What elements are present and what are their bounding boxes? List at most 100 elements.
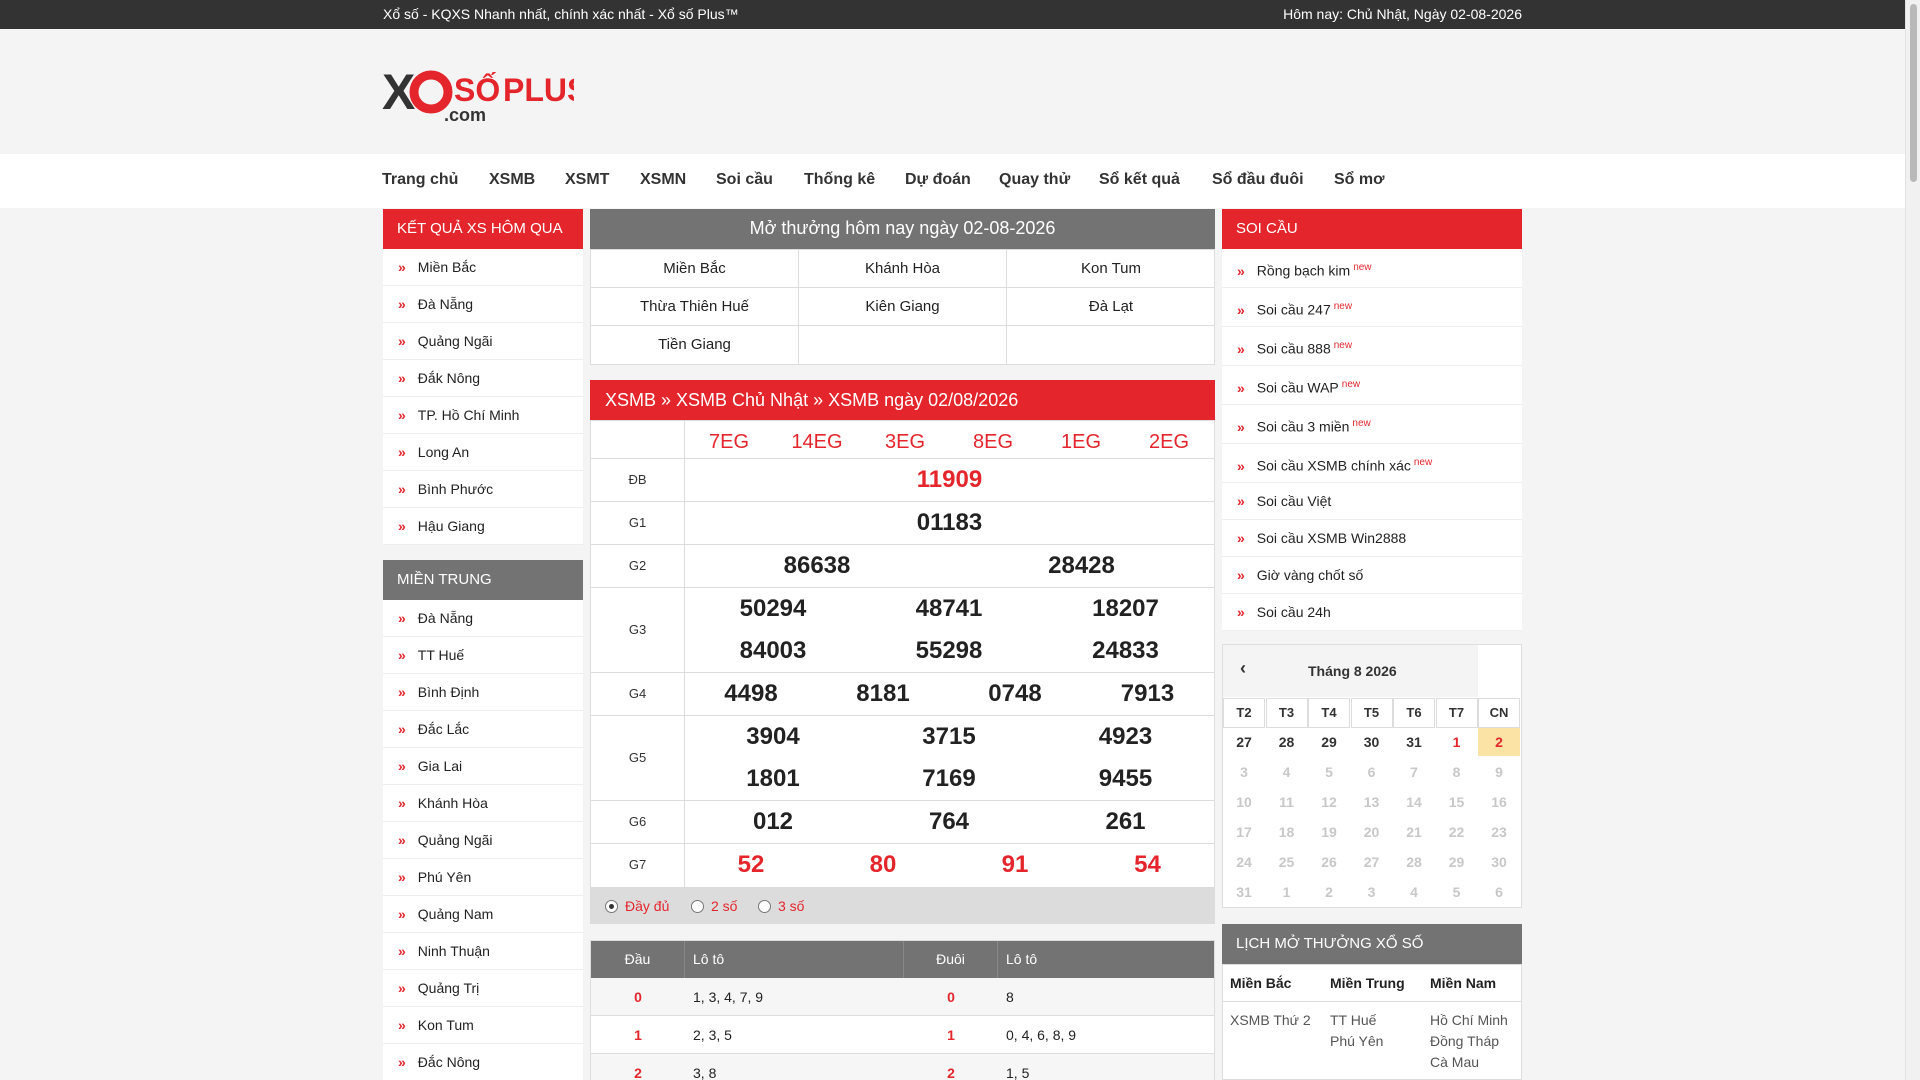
nav-thong-ke[interactable]: Thống kê (804, 171, 875, 189)
nav-xsmt[interactable]: XSMT (565, 171, 609, 189)
calendar-day[interactable]: 13 (1351, 794, 1393, 810)
calendar-day[interactable]: 27 (1223, 734, 1265, 750)
central-item[interactable]: » Ninh Thuận (383, 933, 583, 970)
calendar-day[interactable]: 15 (1436, 794, 1478, 810)
soicau-item[interactable]: » Soi cầu 24h (1222, 594, 1522, 631)
nav-xsmn[interactable]: XSMN (640, 171, 686, 189)
calendar-day[interactable]: 18 (1266, 824, 1308, 840)
central-item[interactable]: » Quảng Nam (383, 896, 583, 933)
nav-du-doan[interactable]: Dự đoán (905, 171, 971, 189)
central-item[interactable]: » TT Huế (383, 637, 583, 674)
yesterday-item[interactable]: » Đắk Nông (383, 360, 583, 397)
calendar-day[interactable]: 22 (1436, 824, 1478, 840)
calendar-day[interactable]: 1 (1436, 734, 1478, 750)
soicau-item[interactable]: » Soi cầu Việt (1222, 483, 1522, 520)
calendar-day[interactable]: 20 (1351, 824, 1393, 840)
calendar-day[interactable]: 3 (1351, 884, 1393, 900)
soicau-item[interactable]: » Soi cầu XSMB chính xác new (1222, 444, 1522, 483)
province-link[interactable]: Đà Lạt (1007, 288, 1215, 326)
page-scrollbar[interactable] (1905, 0, 1920, 1080)
calendar-day[interactable]: 10 (1223, 794, 1265, 810)
calendar-day[interactable]: 29 (1308, 734, 1350, 750)
site-logo[interactable]: X SỐ PLUS .com (382, 61, 588, 125)
soicau-item[interactable]: » Soi cầu 888 new (1222, 327, 1522, 366)
central-item[interactable]: » Đắc Lắc (383, 711, 583, 748)
province-link[interactable]: Miền Bắc (591, 250, 799, 288)
soicau-item[interactable]: » Soi cầu 3 miền new (1222, 405, 1522, 444)
province-link[interactable]: Tiền Giang (591, 326, 799, 364)
province-link[interactable]: Khánh Hòa (799, 250, 1007, 288)
soicau-item[interactable]: » Soi cầu 247 new (1222, 288, 1522, 327)
calendar-day[interactable]: 6 (1351, 764, 1393, 780)
schedule-link[interactable]: Đồng Tháp (1430, 1033, 1499, 1049)
calendar-day[interactable]: 29 (1436, 854, 1478, 870)
calendar-day[interactable]: 28 (1393, 854, 1435, 870)
calendar-day[interactable]: 16 (1478, 794, 1520, 810)
calendar-day[interactable]: 24 (1223, 854, 1265, 870)
soicau-item[interactable]: » Rồng bạch kim new (1222, 249, 1522, 288)
yesterday-item[interactable]: » Đà Nẵng (383, 286, 583, 323)
calendar-day[interactable]: 5 (1436, 884, 1478, 900)
calendar-day[interactable]: 30 (1478, 854, 1520, 870)
calendar-day[interactable]: 26 (1308, 854, 1350, 870)
chevron-left-icon[interactable]: ‹ (1240, 658, 1246, 679)
xsmb-breadcrumb[interactable]: XSMB » XSMB Chủ Nhật » XSMB ngày 02/08/2… (590, 380, 1215, 420)
schedule-link[interactable]: TT Huế (1330, 1012, 1376, 1028)
calendar-day[interactable]: 9 (1478, 764, 1520, 780)
nav-trang-chu[interactable]: Trang chủ (382, 171, 458, 189)
nav-so-mo[interactable]: Sổ mơ (1334, 171, 1385, 189)
central-item[interactable]: » Kon Tum (383, 1007, 583, 1044)
scrollbar-thumb[interactable] (1910, 4, 1917, 182)
central-item[interactable]: » Bình Định (383, 674, 583, 711)
calendar-day[interactable]: 12 (1308, 794, 1350, 810)
central-item[interactable]: » Khánh Hòa (383, 785, 583, 822)
central-item[interactable]: » Gia Lai (383, 748, 583, 785)
option-two-digits[interactable]: 2 số (691, 898, 737, 914)
calendar-day[interactable]: 19 (1308, 824, 1350, 840)
schedule-link[interactable]: Cà Mau (1430, 1054, 1479, 1070)
calendar-day[interactable]: 1 (1266, 884, 1308, 900)
schedule-link[interactable]: Phú Yên (1330, 1033, 1383, 1049)
yesterday-item[interactable]: » Quảng Ngãi (383, 323, 583, 360)
schedule-link[interactable]: XSMB Thứ 2 (1230, 1012, 1311, 1028)
calendar-day[interactable]: 27 (1351, 854, 1393, 870)
central-item[interactable]: » Đà Nẵng (383, 600, 583, 637)
calendar-day[interactable]: 5 (1308, 764, 1350, 780)
calendar-day[interactable]: 25 (1266, 854, 1308, 870)
calendar-day[interactable]: 8 (1436, 764, 1478, 780)
nav-so-dau-duoi[interactable]: Sổ đầu đuôi (1212, 171, 1304, 189)
nav-xsmb[interactable]: XSMB (489, 171, 535, 189)
calendar-day[interactable]: 21 (1393, 824, 1435, 840)
calendar-day[interactable]: 23 (1478, 824, 1520, 840)
soicau-item[interactable]: » Soi cầu XSMB Win2888 (1222, 520, 1522, 557)
yesterday-item[interactable]: » TP. Hồ Chí Minh (383, 397, 583, 434)
calendar-day[interactable]: 28 (1266, 734, 1308, 750)
calendar-day[interactable]: 6 (1478, 884, 1520, 900)
yesterday-item[interactable]: » Miền Bắc (383, 249, 583, 286)
soicau-item[interactable]: » Soi cầu WAP new (1222, 366, 1522, 405)
nav-so-ket-qua[interactable]: Sổ kết quả (1099, 171, 1180, 189)
option-full[interactable]: Đầy đủ (605, 898, 669, 914)
nav-soi-cau[interactable]: Soi cầu (716, 171, 773, 189)
central-item[interactable]: » Phú Yên (383, 859, 583, 896)
nav-quay-thu[interactable]: Quay thử (999, 171, 1070, 189)
calendar-day[interactable]: 3 (1223, 764, 1265, 780)
soicau-item[interactable]: » Giờ vàng chốt số (1222, 557, 1522, 594)
central-item[interactable]: » Đắc Nông (383, 1044, 583, 1080)
province-link[interactable]: Kiên Giang (799, 288, 1007, 326)
province-link[interactable]: Thừa Thiên Huế (591, 288, 799, 326)
calendar-day[interactable]: 2 (1308, 884, 1350, 900)
calendar-day[interactable]: 17 (1223, 824, 1265, 840)
yesterday-item[interactable]: » Long An (383, 434, 583, 471)
schedule-link[interactable]: Hồ Chí Minh (1430, 1012, 1508, 1028)
yesterday-item[interactable]: » Bình Phước (383, 471, 583, 508)
yesterday-item[interactable]: » Hậu Giang (383, 508, 583, 545)
calendar-day[interactable]: 2 (1478, 728, 1520, 756)
calendar-day[interactable]: 11 (1266, 794, 1308, 810)
province-link[interactable]: Kon Tum (1007, 250, 1215, 288)
calendar-day[interactable]: 4 (1266, 764, 1308, 780)
central-item[interactable]: » Quảng Ngãi (383, 822, 583, 859)
calendar-day[interactable]: 4 (1393, 884, 1435, 900)
calendar-day[interactable]: 7 (1393, 764, 1435, 780)
calendar-day[interactable]: 31 (1223, 884, 1265, 900)
